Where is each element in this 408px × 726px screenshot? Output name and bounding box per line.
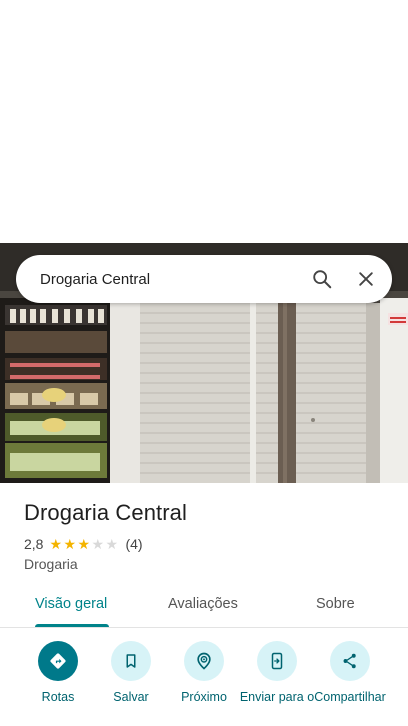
send-to-phone-button[interactable]: Enviar para o <box>239 641 315 705</box>
search-bar[interactable]: Drogaria Central <box>16 255 392 303</box>
tab-bar: Visão geral Avaliações Sobre <box>0 584 408 628</box>
bookmark-icon <box>111 641 151 681</box>
search-icon[interactable] <box>302 259 342 299</box>
share-label: Compartilhar <box>314 690 386 704</box>
place-category: Drogaria <box>24 556 78 572</box>
tab-overview[interactable]: Visão geral <box>35 596 107 612</box>
nearby-label: Próximo <box>181 690 227 704</box>
rating-value: 2,8 <box>24 536 44 552</box>
share-icon <box>330 641 370 681</box>
star-filled-icon: ★ <box>49 536 63 552</box>
rating-row[interactable]: 2,8 ★ ★ ★ ★ ★ (4) <box>24 536 143 552</box>
directions-button[interactable]: Rotas <box>20 641 96 705</box>
star-empty-icon: ★ <box>91 536 105 552</box>
close-icon[interactable] <box>346 259 386 299</box>
map-area-blank <box>0 0 408 243</box>
star-filled-icon: ★ <box>77 536 91 552</box>
action-row: Rotas Salvar Próximo Enviar para o Compa… <box>0 641 408 726</box>
save-label: Salvar <box>113 690 149 704</box>
directions-label: Rotas <box>41 690 75 704</box>
save-button[interactable]: Salvar <box>93 641 169 705</box>
star-empty-icon: ★ <box>105 536 119 552</box>
review-count[interactable]: (4) <box>125 536 142 552</box>
star-filled-icon: ★ <box>63 536 77 552</box>
nearby-button[interactable]: Próximo <box>166 641 242 705</box>
star-rating: ★ ★ ★ ★ ★ <box>49 537 119 551</box>
tab-reviews[interactable]: Avaliações <box>168 596 238 612</box>
place-title: Drogaria Central <box>24 500 188 525</box>
active-tab-indicator <box>35 624 109 627</box>
send-to-phone-label: Enviar para o <box>239 690 315 704</box>
search-input[interactable]: Drogaria Central <box>40 271 302 288</box>
tab-about[interactable]: Sobre <box>316 596 355 612</box>
nearby-icon <box>184 641 224 681</box>
share-button[interactable]: Compartilhar <box>312 641 388 705</box>
send-to-phone-icon <box>257 641 297 681</box>
directions-icon <box>38 641 78 681</box>
